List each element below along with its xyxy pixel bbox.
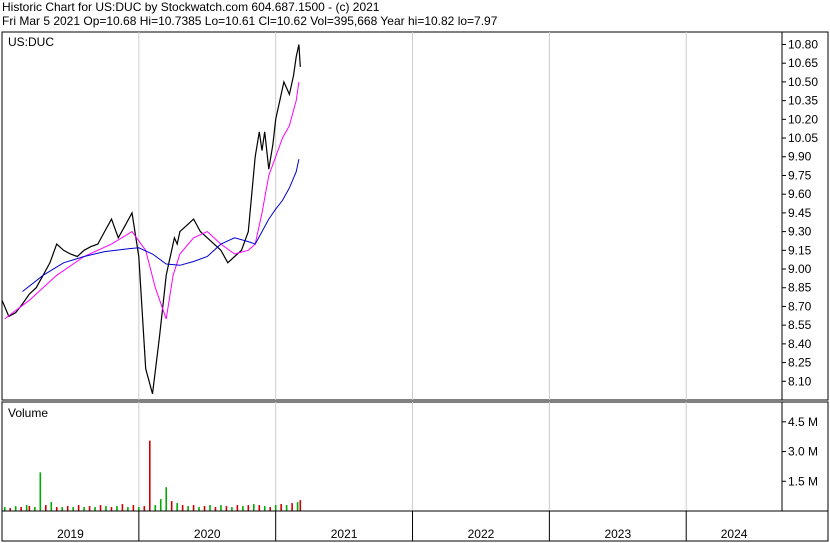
price-tick-label: 9.30 xyxy=(788,225,812,239)
price-panel-frame xyxy=(1,31,829,401)
price-tick-label: 8.40 xyxy=(788,337,812,351)
x-axis: 2019 2020 2021 2022 2023 2024 xyxy=(1,510,829,542)
price-tick-label: 9.15 xyxy=(788,243,812,257)
x-axis-frame xyxy=(1,510,829,542)
price-panel-label: US:DUC xyxy=(8,35,54,49)
x-axis-year-label: 2020 xyxy=(194,527,221,541)
price-tick-label: 10.80 xyxy=(788,37,818,51)
volume-tick-label: 3.0 M xyxy=(788,445,818,459)
price-tick-label: 10.05 xyxy=(788,131,818,145)
x-axis-year-label: 2023 xyxy=(604,527,631,541)
price-tick-label: 8.55 xyxy=(788,318,812,332)
x-axis-year-label: 2022 xyxy=(468,527,495,541)
volume-panel-frame xyxy=(1,401,829,512)
price-tick-label: 9.75 xyxy=(788,168,812,182)
stock-chart: 10.80 10.65 10.50 10.35 10.20 10.05 9.90 9.75 9.… xyxy=(1,31,829,542)
price-tick-label: 8.70 xyxy=(788,299,812,313)
price-tick-label: 10.50 xyxy=(788,75,818,89)
price-tick-label: 10.65 xyxy=(788,56,818,70)
price-tick-label: 10.20 xyxy=(788,112,818,126)
x-axis-year-label: 2019 xyxy=(57,527,84,541)
price-tick-label: 8.10 xyxy=(788,374,812,388)
price-panel: 10.80 10.65 10.50 10.35 10.20 10.05 9.90 9.75 9.… xyxy=(1,31,829,401)
volume-panel-label: Volume xyxy=(8,406,48,420)
price-tick-label: 10.35 xyxy=(788,94,818,108)
x-axis-year-label: 2024 xyxy=(721,527,748,541)
price-tick-label: 9.00 xyxy=(788,262,812,276)
price-tick-label: 9.60 xyxy=(788,187,812,201)
volume-panel: 4.5 M 3.0 M 1.5 M Volume xyxy=(1,401,829,512)
price-tick-label: 9.45 xyxy=(788,206,812,220)
volume-tick-label: 1.5 M xyxy=(788,474,818,488)
volume-tick-label: 4.5 M xyxy=(788,415,818,429)
price-tick-label: 8.25 xyxy=(788,356,812,370)
price-tick-label: 8.85 xyxy=(788,281,812,295)
price-tick-label: 9.90 xyxy=(788,150,812,164)
x-axis-year-label: 2021 xyxy=(331,527,358,541)
